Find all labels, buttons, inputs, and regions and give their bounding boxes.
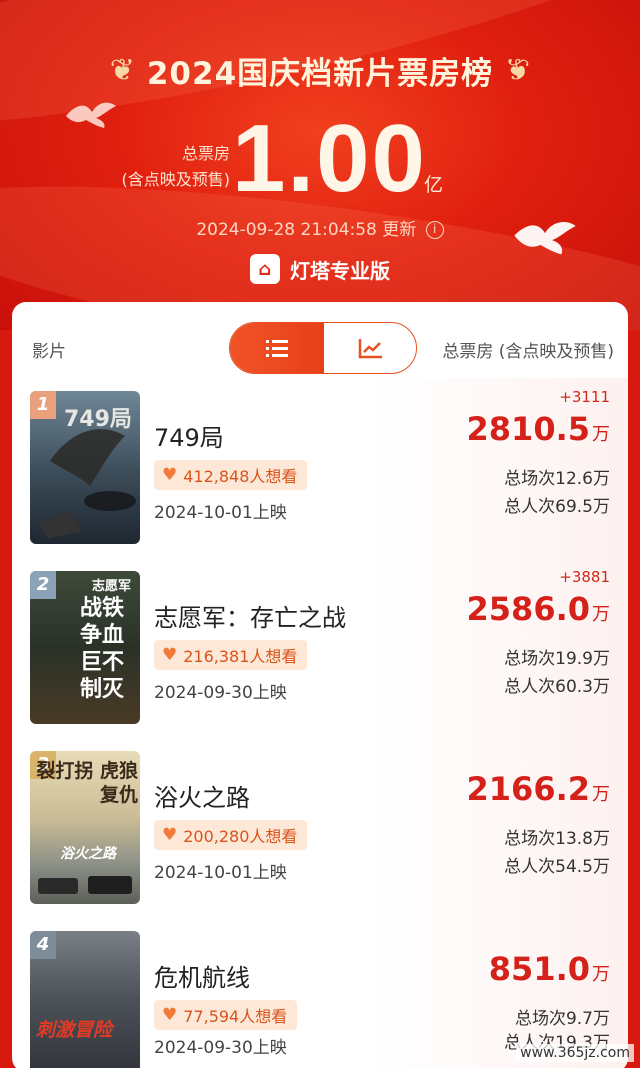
- title-row: ❦ 2024国庆档新片票房榜 ❦: [0, 48, 640, 93]
- page-title: 2024国庆档新片票房榜: [146, 56, 494, 92]
- box-office-delta: +3881: [559, 568, 610, 586]
- column-header-film: 影片: [32, 342, 66, 362]
- total-shows: 总场次9.7万: [514, 1009, 610, 1029]
- poster-title: 749局: [64, 407, 132, 432]
- film-row[interactable]: 1 749局 749局 ♥ 412,848人想看 2024-10-01上映 +3…: [12, 378, 628, 558]
- trend-chart-icon: [358, 339, 382, 359]
- box-office-value: 851.0 万: [488, 950, 610, 988]
- rank-badge: 2: [30, 571, 56, 599]
- film-row[interactable]: 2 志愿军 战铁 争血 巨不 制灭 志愿军：存亡之战 ♥ 216,381人想看 …: [12, 558, 628, 738]
- release-date: 2024-10-01上映: [154, 503, 287, 523]
- brand-row: ⌂ 灯塔专业版: [0, 254, 640, 284]
- total-label-note: (含点映及预售): [121, 170, 231, 189]
- total-viewers: 总人次69.5万: [504, 497, 610, 517]
- box-office-value: 2166.2 万: [466, 770, 610, 808]
- header-banner: ❦ 2024国庆档新片票房榜 ❦ 总票房 (含点映及预售) 1.00 亿 202…: [0, 0, 640, 330]
- film-poster: 2 志愿军 战铁 争血 巨不 制灭: [30, 571, 140, 724]
- ranking-card: 影片 总票房 (含点映及预售) 1 749局 749局 ♥ 412,848人想看…: [12, 302, 628, 1068]
- heart-icon: ♥: [162, 1005, 178, 1025]
- brand-name: 灯塔专业版: [290, 258, 390, 283]
- poster-slogan: 战铁 争血 巨不 制灭: [80, 596, 125, 702]
- want-to-see-badge: ♥ 77,594人想看: [154, 1000, 298, 1030]
- poster-slogan: 裂打拐 虎狼复仇: [36, 760, 138, 806]
- release-date: 2024-09-30上映: [154, 683, 287, 703]
- list-icon: [266, 340, 288, 357]
- total-box-office-unit: 亿: [424, 174, 444, 196]
- box-office-value: 2586.0 万: [466, 590, 610, 628]
- heart-icon: ♥: [162, 645, 178, 665]
- poster-title: 浴火之路: [60, 846, 116, 862]
- rank-badge: 4: [30, 931, 56, 959]
- total-shows: 总场次12.6万: [504, 469, 610, 489]
- film-name[interactable]: 749局: [154, 418, 224, 453]
- rank-badge: 1: [30, 391, 56, 419]
- column-header-total: 总票房 (含点映及预售): [442, 342, 614, 362]
- total-box-office-value: 1.00: [232, 105, 427, 212]
- total-shows: 总场次13.8万: [504, 829, 610, 849]
- total-viewers: 总人次54.5万: [504, 857, 610, 877]
- laurel-right-icon: ❦: [505, 52, 531, 88]
- want-to-see-badge: ♥ 216,381人想看: [154, 640, 308, 670]
- release-date: 2024-10-01上映: [154, 863, 287, 883]
- film-name[interactable]: 志愿军：存亡之战: [154, 598, 346, 633]
- total-label: 总票房: [181, 144, 230, 163]
- box-office-delta: +3111: [559, 388, 610, 406]
- film-poster: 4 刺激冒险: [30, 931, 140, 1068]
- film-name[interactable]: 浴火之路: [154, 778, 250, 813]
- film-poster: 1 749局: [30, 391, 140, 544]
- list-view-button[interactable]: [230, 323, 324, 373]
- update-time-row: 2024-09-28 21:04:58 更新 i: [0, 215, 640, 240]
- update-suffix: 更新: [382, 220, 417, 240]
- box-office-value: 2810.5 万: [466, 410, 610, 448]
- laurel-left-icon: ❦: [109, 52, 135, 88]
- view-toggle: [229, 322, 417, 374]
- update-time: 2024-09-28 21:04:58: [196, 220, 377, 240]
- film-name[interactable]: 危机航线: [154, 958, 250, 993]
- info-icon[interactable]: i: [425, 221, 444, 239]
- poster-title: 志愿军: [92, 579, 132, 594]
- release-date: 2024-09-30上映: [154, 1038, 287, 1058]
- total-viewers: 总人次60.3万: [504, 677, 610, 697]
- want-to-see-badge: ♥ 200,280人想看: [154, 820, 308, 850]
- want-to-see-badge: ♥ 412,848人想看: [154, 460, 308, 490]
- poster-slogan: 刺激冒险: [36, 1019, 113, 1041]
- total-shows: 总场次19.9万: [504, 649, 610, 669]
- film-row[interactable]: 3 裂打拐 虎狼复仇 浴火之路 浴火之路 ♥ 200,280人想看 2024-1…: [12, 738, 628, 918]
- heart-icon: ♥: [162, 465, 178, 485]
- film-poster: 3 裂打拐 虎狼复仇 浴火之路: [30, 751, 140, 904]
- dove-icon: [66, 102, 116, 128]
- dengta-logo-icon: ⌂: [250, 254, 280, 284]
- chart-view-button[interactable]: [324, 323, 416, 373]
- heart-icon: ♥: [162, 825, 178, 845]
- watermark: www.365jz.com: [516, 1044, 634, 1062]
